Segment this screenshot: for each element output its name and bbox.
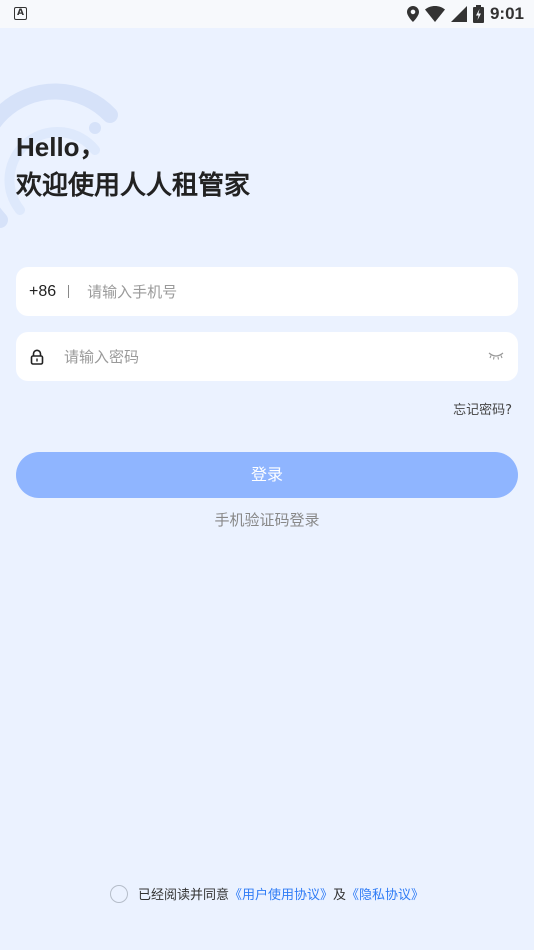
country-code[interactable]: +86 bbox=[29, 283, 56, 301]
greeting-line-1: Hello， bbox=[16, 132, 106, 162]
location-icon bbox=[406, 6, 419, 22]
agreement-prefix: 已经阅读并同意 bbox=[137, 888, 229, 903]
clock-time: 9:01 bbox=[489, 4, 524, 23]
agreement-checkbox[interactable] bbox=[109, 884, 128, 903]
password-input[interactable]: 请输入密码 bbox=[64, 346, 139, 367]
privacy-policy-link[interactable]: 《隐私协议》 bbox=[346, 884, 424, 903]
sms-code-login-link[interactable]: 手机验证码登录 bbox=[0, 509, 534, 530]
user-agreement-link[interactable]: 《用户使用协议》 bbox=[229, 884, 333, 903]
battery-icon bbox=[472, 5, 484, 23]
agreement-conjunction: 及 bbox=[333, 888, 347, 903]
status-bar: A 9:01 bbox=[0, 0, 534, 28]
field-divider bbox=[68, 285, 70, 298]
signal-icon bbox=[450, 6, 467, 22]
password-field[interactable]: 请输入密码 bbox=[16, 332, 518, 381]
eye-closed-icon[interactable] bbox=[488, 351, 504, 361]
phone-field[interactable]: +86 请输入手机号 bbox=[16, 267, 518, 316]
greeting-line-2: 欢迎使用人人租管家 bbox=[16, 170, 251, 200]
greeting-heading: Hello， 欢迎使用人人租管家 bbox=[16, 128, 250, 204]
login-button[interactable]: 登录 bbox=[16, 452, 518, 498]
forgot-password-link[interactable]: 忘记密码? bbox=[453, 399, 512, 418]
app-notification-icon: A bbox=[14, 7, 27, 20]
status-bar-right: 9:01 bbox=[406, 4, 524, 24]
phone-input[interactable]: 请输入手机号 bbox=[87, 281, 177, 302]
wifi-icon bbox=[424, 6, 445, 22]
lock-icon bbox=[30, 349, 44, 365]
agreement-row: 已经阅读并同意 《用户使用协议》 及 《隐私协议》 bbox=[0, 884, 534, 903]
